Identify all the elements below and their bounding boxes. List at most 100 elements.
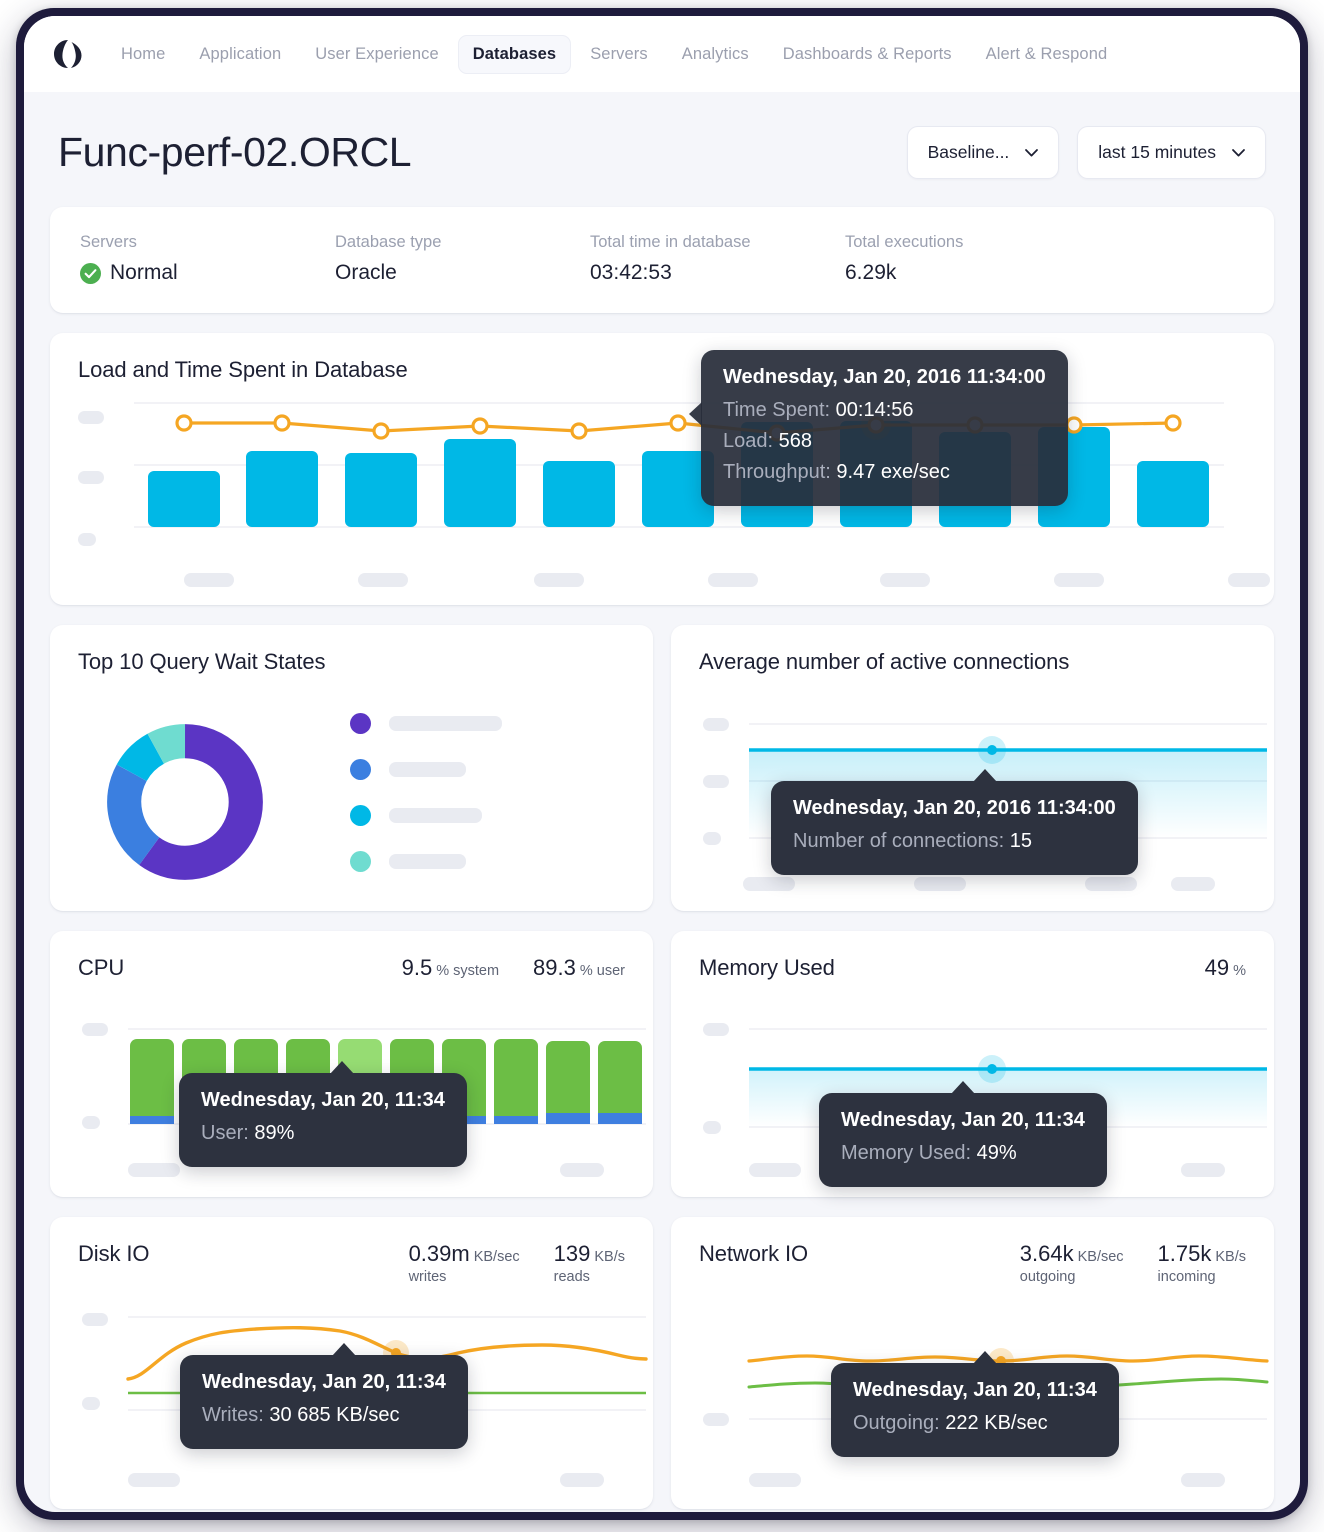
- x-axis-label-pill: [914, 877, 966, 891]
- row-waitstates-connections: Top 10 Query Wait States Average number …: [50, 625, 1274, 911]
- nav-item-application[interactable]: Application: [184, 35, 296, 74]
- network-metric-outgoing: 3.64k KB/sec outgoing: [1020, 1241, 1124, 1285]
- disk-tooltip: Wednesday, Jan 20, 11:34 Writes: 30 685 …: [180, 1343, 468, 1449]
- panel-title: Load and Time Spent in Database: [78, 357, 408, 382]
- tooltip-title: Wednesday, Jan 20, 11:34: [841, 1109, 1085, 1131]
- summary-value: 03:42:53: [590, 261, 672, 284]
- summary-label: Database type: [335, 233, 442, 251]
- connections-tooltip: Wednesday, Jan 20, 2016 11:34:00 Number …: [771, 769, 1138, 875]
- summary-value: Oracle: [335, 261, 397, 284]
- tooltip-line-value: 00:14:56: [835, 399, 914, 421]
- time-range-select[interactable]: last 15 minutes: [1077, 126, 1266, 179]
- tooltip-line-writes: Writes: 30 685 KB/sec: [202, 1400, 446, 1431]
- tooltip-title: Wednesday, Jan 20, 11:34: [201, 1089, 445, 1111]
- tooltip-line-throughput: Throughput: 9.47 exe/sec: [723, 457, 1046, 488]
- tooltip-line-label: Time Spent:: [723, 399, 831, 421]
- cpu-panel-header: CPU 9.5% system 89.3% user: [50, 931, 653, 981]
- legend-swatch-icon: [350, 713, 371, 734]
- tooltip-line-label: Load:: [723, 430, 774, 452]
- baseline-select[interactable]: Baseline...: [906, 126, 1060, 179]
- x-axis-label-pill: [534, 573, 584, 587]
- load-panel-header: Load and Time Spent in Database: [50, 333, 1274, 383]
- legend-swatch-icon: [350, 851, 371, 872]
- y-axis-label-pill: [82, 1313, 108, 1326]
- y-axis-label-pill: [78, 471, 104, 484]
- y-axis-label-pill: [82, 1397, 100, 1410]
- page-header: Func-perf-02.ORCL Baseline... last 15 mi…: [50, 92, 1274, 207]
- summary-value-wrap: Normal: [80, 261, 335, 285]
- nav-item-home[interactable]: Home: [106, 35, 180, 74]
- x-axis-label-pill: [128, 1473, 180, 1487]
- memory-used-panel: Memory Used 49% Wednesday, Jan 20, 11:34…: [671, 931, 1274, 1197]
- memory-metric-used: 49%: [1205, 955, 1246, 981]
- tooltip-arrow-icon: [689, 402, 702, 426]
- metric-unit: %: [1233, 963, 1246, 979]
- metric-value: 49: [1204, 955, 1230, 980]
- active-connections-panel: Average number of active connections Wed…: [671, 625, 1274, 911]
- metric-value: 9.5: [401, 955, 433, 980]
- legend-item[interactable]: [350, 851, 502, 872]
- tooltip-line-load: Load: 568: [723, 426, 1046, 457]
- summary-value: 6.29k: [845, 261, 897, 284]
- nav-item-user-experience[interactable]: User Experience: [300, 35, 453, 74]
- wait-states-donut-chart[interactable]: [90, 707, 280, 897]
- nav-item-analytics[interactable]: Analytics: [667, 35, 764, 74]
- tooltip-arrow-icon: [951, 1081, 975, 1094]
- metric-sublabel: outgoing: [1019, 1269, 1076, 1285]
- x-axis-label-pill: [749, 1163, 801, 1177]
- x-axis-label-pill: [880, 573, 930, 587]
- check-circle-icon: [80, 262, 101, 284]
- network-panel-header: Network IO 3.64k KB/sec outgoing 1.75k KB/…: [671, 1217, 1274, 1285]
- nav-item-databases[interactable]: Databases: [457, 34, 572, 74]
- legend-swatch-icon: [350, 805, 371, 826]
- x-axis-label-pill: [560, 1163, 604, 1177]
- y-axis-label-pill: [703, 1121, 721, 1134]
- tooltip-title: Wednesday, Jan 20, 11:34: [202, 1371, 446, 1393]
- y-axis-label-pill: [703, 832, 721, 845]
- crescent-logo-icon[interactable]: [48, 34, 88, 74]
- tooltip-arrow-icon: [973, 1351, 997, 1364]
- metric-value: 1.75k: [1157, 1241, 1212, 1266]
- cpu-metrics: 9.5% system 89.3% user: [402, 955, 625, 981]
- legend-item[interactable]: [350, 759, 502, 780]
- panel-title: Memory Used: [699, 955, 835, 980]
- legend-label-pill: [389, 762, 466, 777]
- tooltip-line-label: Writes:: [202, 1404, 264, 1426]
- tooltip-line-label: Memory Used:: [841, 1142, 972, 1164]
- summary-label: Total time in database: [590, 233, 751, 251]
- legend-item[interactable]: [350, 713, 502, 734]
- cpu-metric-system: 9.5% system: [402, 955, 499, 981]
- wait-states-legend: [350, 713, 502, 897]
- y-axis-label-pill: [82, 1116, 100, 1129]
- tooltip-title: Wednesday, Jan 20, 11:34: [853, 1379, 1097, 1401]
- tooltip-line-label: Number of connections:: [793, 830, 1005, 852]
- tooltip-line-outgoing: Outgoing: 222 KB/sec: [853, 1408, 1097, 1439]
- legend-label-pill: [389, 808, 482, 823]
- legend-item[interactable]: [350, 805, 502, 826]
- panel-title: Average number of active connections: [699, 649, 1070, 674]
- top-navigation-bar: Home Application User Experience Databas…: [24, 16, 1300, 92]
- cpu-tooltip: Wednesday, Jan 20, 11:34 User: 89%: [179, 1061, 467, 1167]
- x-axis-label-pill: [1181, 1473, 1225, 1487]
- load-and-time-spent-panel: Load and Time Spent in Database Wednesda…: [50, 333, 1274, 605]
- tooltip-line-value: 89%: [254, 1122, 295, 1144]
- app-screen: Home Application User Experience Databas…: [24, 16, 1300, 1512]
- nav-item-alert-respond[interactable]: Alert & Respond: [971, 35, 1123, 74]
- network-metrics: 3.64k KB/sec outgoing 1.75k KB/s incoming: [1020, 1241, 1246, 1285]
- tooltip-line-time-spent: Time Spent: 00:14:56: [723, 395, 1046, 426]
- page-content: Func-perf-02.ORCL Baseline... last 15 mi…: [24, 92, 1300, 1512]
- nav-item-servers[interactable]: Servers: [575, 35, 663, 74]
- tooltip-title: Wednesday, Jan 20, 2016 11:34:00: [723, 366, 1046, 388]
- tooltip-line-value: 15: [1009, 830, 1033, 852]
- x-axis-label-pill: [184, 573, 234, 587]
- time-range-select-label: last 15 minutes: [1098, 142, 1216, 162]
- tooltip-arrow-icon: [330, 1061, 354, 1074]
- x-axis-label-pill: [1228, 573, 1270, 587]
- nav-item-dashboards-reports[interactable]: Dashboards & Reports: [768, 35, 967, 74]
- x-axis-label-pill: [128, 1163, 180, 1177]
- nav-items: Home Application User Experience Databas…: [106, 34, 1123, 74]
- disk-panel-header: Disk IO 0.39m KB/sec writes 139 KB/s rea…: [50, 1217, 653, 1285]
- tooltip-line-value: 222 KB/sec: [945, 1412, 1048, 1434]
- metric-sublabel: incoming: [1157, 1269, 1216, 1285]
- summary-item-total-executions: Total executions 6.29k: [845, 233, 1100, 285]
